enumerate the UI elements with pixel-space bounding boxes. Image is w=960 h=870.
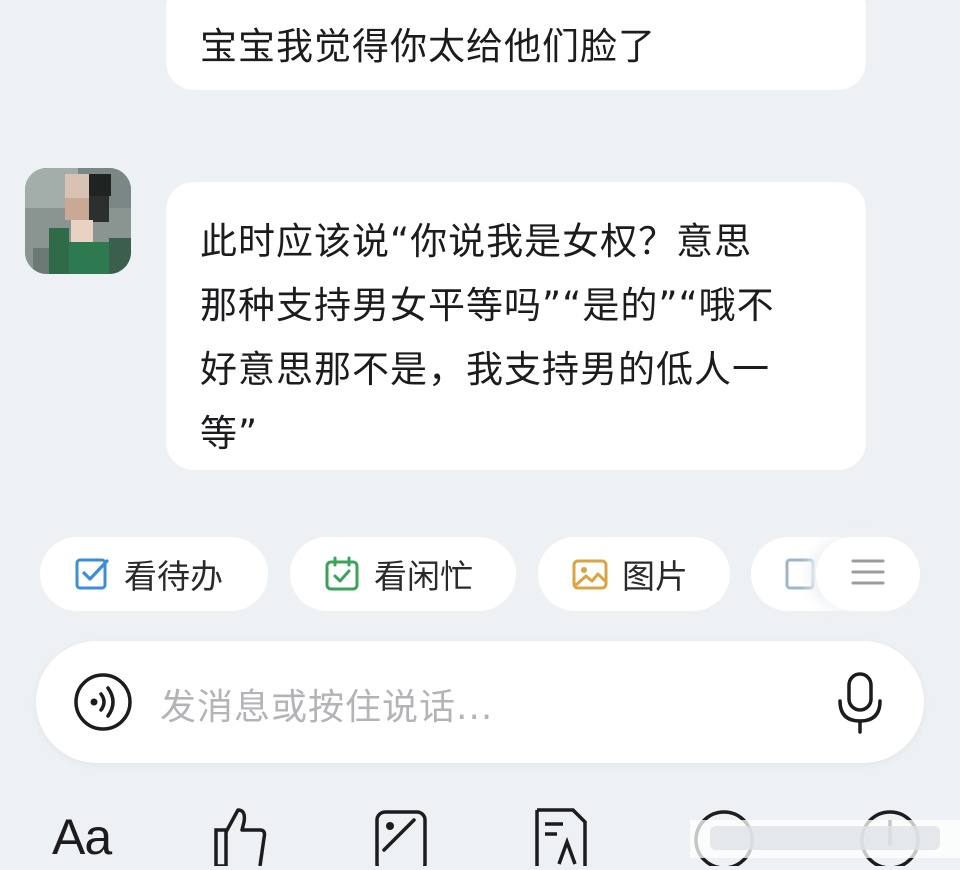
message-input-placeholder[interactable]: 发消息或按住说话... [160, 678, 493, 730]
document-ai-icon[interactable] [533, 806, 593, 870]
thumbs-up-icon[interactable] [212, 806, 268, 870]
message-line: 等” [200, 412, 259, 455]
quick-action-label: 看待办 [124, 557, 223, 596]
more-actions-button[interactable] [816, 537, 920, 611]
message-bubble-2[interactable]: 此时应该说“你说我是女权？意思 那种支持男女平等吗”“是的”“哦不 好意思那不是… [166, 182, 866, 470]
message-line: 好意思那不是，我支持男的低人一 [200, 348, 770, 391]
quick-action-image[interactable]: 图片 [538, 537, 730, 611]
quick-action-label: 看闲忙 [374, 557, 473, 596]
quick-action-availability[interactable]: 看闲忙 [290, 537, 516, 611]
voice-mode-icon[interactable] [72, 671, 134, 733]
message-text: 宝宝我觉得你太给他们脸了 [200, 25, 656, 68]
menu-icon [851, 558, 885, 590]
message-bubble-1[interactable]: 宝宝我觉得你太给他们脸了 [166, 0, 866, 90]
calendar-check-icon [324, 556, 360, 592]
font-size-icon[interactable]: Aa [52, 808, 112, 866]
message-input-bar[interactable]: 发消息或按住说话... [36, 641, 924, 763]
checkbox-icon [74, 556, 110, 592]
watermark-overlay [690, 812, 960, 858]
message-line: 此时应该说“你说我是女权？意思 [200, 220, 753, 263]
image-icon [572, 556, 608, 592]
quick-action-label: 图片 [622, 557, 688, 596]
image-edit-icon[interactable] [374, 806, 430, 870]
message-line: 那种支持男女平等吗”“是的”“哦不 [200, 284, 775, 327]
quick-action-todo[interactable]: 看待办 [40, 537, 268, 611]
microphone-icon[interactable] [836, 671, 884, 735]
avatar[interactable] [25, 168, 131, 274]
